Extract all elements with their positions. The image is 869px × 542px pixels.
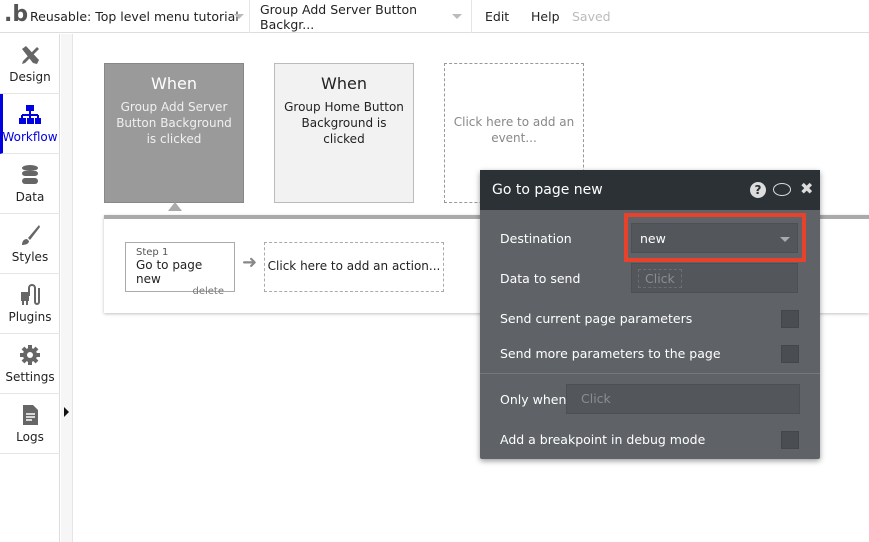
send-current-params-label: Send current page parameters xyxy=(500,311,693,326)
only-when-field[interactable]: Click xyxy=(566,384,800,414)
step-delete-link[interactable]: delete xyxy=(136,286,224,297)
workflow-icon xyxy=(19,105,41,124)
arrow-right-icon: ➜ xyxy=(242,252,258,273)
document-icon xyxy=(23,405,38,425)
send-more-params-checkbox[interactable] xyxy=(781,345,799,363)
destination-dropdown[interactable]: new xyxy=(631,223,798,253)
action-properties-popup: Go to page new ? ✖ Destination new Data … xyxy=(480,170,820,459)
sidebar-item-data[interactable]: Data xyxy=(0,154,60,214)
sidebar-item-workflow[interactable]: Workflow xyxy=(0,94,60,154)
menu-help[interactable]: Help xyxy=(531,9,560,24)
sidebar-collapse-gutter[interactable] xyxy=(61,34,73,542)
design-icon xyxy=(22,46,39,64)
popup-header: Go to page new ? ✖ xyxy=(480,170,820,210)
page-select-value: Reusable: Top level menu tutorial xyxy=(30,9,239,24)
sidebar-item-label: Workflow xyxy=(2,130,58,144)
event-card[interactable]: When Group Home Button Background is cli… xyxy=(274,63,414,203)
event-card-selected[interactable]: When Group Add Server Button Background … xyxy=(104,63,244,203)
data-to-send-field[interactable]: Click xyxy=(631,263,798,293)
event-title: When xyxy=(321,74,367,93)
database-icon xyxy=(22,165,38,184)
breakpoint-label: Add a breakpoint in debug mode xyxy=(500,432,706,447)
only-when-label: Only when xyxy=(500,392,567,407)
data-to-send-label: Data to send xyxy=(500,271,581,286)
send-current-params-checkbox[interactable] xyxy=(781,310,799,328)
top-bar: .b Reusable: Top level menu tutorial Gro… xyxy=(0,0,869,33)
destination-label: Destination xyxy=(500,231,572,246)
sidebar-item-label: Design xyxy=(9,70,51,84)
click-placeholder: Click xyxy=(581,391,611,406)
add-action-label: Click here to add an action... xyxy=(267,259,441,273)
expand-arrow-icon[interactable] xyxy=(64,407,69,417)
event-description: Group Home Button Background is clicked xyxy=(284,100,404,146)
sidebar-item-logs[interactable]: Logs xyxy=(0,394,60,454)
add-action-button[interactable]: Click here to add an action... xyxy=(264,242,444,292)
help-icon[interactable]: ? xyxy=(750,182,766,198)
selected-pointer xyxy=(168,202,182,211)
plug-icon xyxy=(21,284,40,305)
chevron-down-icon xyxy=(780,237,790,242)
sidebar-item-label: Data xyxy=(15,190,45,204)
popup-title: Go to page new xyxy=(492,182,603,198)
element-select-value: Group Add Server Button Backgr... xyxy=(260,1,418,32)
step-title: Go to page new xyxy=(136,258,203,286)
sidebar: Design Workflow Data Styles Plugins Sett… xyxy=(0,34,60,542)
sidebar-item-settings[interactable]: Settings xyxy=(0,334,60,394)
destination-value: new xyxy=(640,231,666,246)
save-status: Saved xyxy=(572,9,611,24)
event-description: Group Add Server Button Background is cl… xyxy=(116,100,232,146)
page-select[interactable]: Reusable: Top level menu tutorial xyxy=(24,0,250,33)
send-more-params-label: Send more parameters to the page xyxy=(500,346,721,361)
add-event-label: Click here to add an event... xyxy=(453,115,575,145)
sidebar-item-label: Styles xyxy=(11,250,49,264)
chevron-down-icon xyxy=(234,14,244,19)
divider xyxy=(480,373,820,374)
menu-edit[interactable]: Edit xyxy=(485,9,509,24)
sidebar-item-label: Plugins xyxy=(8,310,52,324)
comment-icon[interactable] xyxy=(773,183,791,196)
step-number: Step 1 xyxy=(136,247,169,258)
click-placeholder: Click xyxy=(638,269,682,288)
close-icon[interactable]: ✖ xyxy=(800,179,813,198)
sidebar-item-styles[interactable]: Styles xyxy=(0,214,60,274)
breakpoint-checkbox[interactable] xyxy=(781,431,799,449)
sidebar-item-design[interactable]: Design xyxy=(0,34,60,94)
action-step-1[interactable]: Step 1 Go to page new delete xyxy=(125,242,235,297)
chevron-down-icon xyxy=(452,14,462,19)
sidebar-item-label: Settings xyxy=(5,370,55,384)
element-select[interactable]: Group Add Server Button Backgr... xyxy=(254,0,472,33)
sidebar-item-plugins[interactable]: Plugins xyxy=(0,274,60,334)
gear-icon xyxy=(20,345,40,365)
brush-icon xyxy=(22,225,40,245)
sidebar-item-label: Logs xyxy=(16,430,44,444)
event-title: When xyxy=(151,74,197,93)
